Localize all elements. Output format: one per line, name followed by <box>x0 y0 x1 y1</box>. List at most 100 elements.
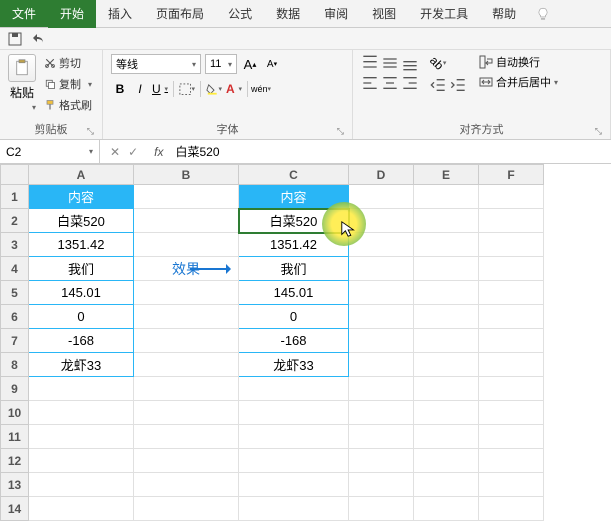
cell-F10[interactable] <box>479 401 544 425</box>
cell-C4[interactable]: 我们 <box>239 257 349 281</box>
cell-F6[interactable] <box>479 305 544 329</box>
format-painter-button[interactable]: 格式刷 <box>42 96 94 114</box>
cell-B13[interactable] <box>134 473 239 497</box>
cell-D14[interactable] <box>349 497 414 521</box>
merge-center-button[interactable]: 合并后居中▾ <box>479 74 558 90</box>
cell-C3[interactable]: 1351.42 <box>239 233 349 257</box>
tab-review[interactable]: 审阅 <box>312 0 360 27</box>
cut-button[interactable]: 剪切 <box>42 54 94 72</box>
row-header-5[interactable]: 5 <box>1 281 29 305</box>
align-bottom-button[interactable] <box>401 54 419 72</box>
formula-input[interactable]: 白菜520 <box>169 143 611 160</box>
cell-C5[interactable]: 145.01 <box>239 281 349 305</box>
align-right-button[interactable] <box>401 74 419 92</box>
cell-A10[interactable] <box>29 401 134 425</box>
cell-F5[interactable] <box>479 281 544 305</box>
cell-F13[interactable] <box>479 473 544 497</box>
cell-A8[interactable]: 龙虾33 <box>29 353 134 377</box>
align-center-button[interactable] <box>381 74 399 92</box>
cell-E6[interactable] <box>414 305 479 329</box>
cell-C11[interactable] <box>239 425 349 449</box>
italic-button[interactable]: I <box>131 80 149 98</box>
phonetic-button[interactable]: wén▾ <box>252 80 270 98</box>
paste-button[interactable]: 粘贴 <box>10 84 34 101</box>
cell-C10[interactable] <box>239 401 349 425</box>
cell-C12[interactable] <box>239 449 349 473</box>
cell-D2[interactable] <box>349 209 414 233</box>
row-header-9[interactable]: 9 <box>1 377 29 401</box>
cell-D3[interactable] <box>349 233 414 257</box>
cell-F8[interactable] <box>479 353 544 377</box>
copy-button[interactable]: 复制▾ <box>42 75 94 93</box>
col-header-D[interactable]: D <box>349 165 414 185</box>
cell-B8[interactable] <box>134 353 239 377</box>
qat-save-icon[interactable] <box>6 30 24 48</box>
cell-C8[interactable]: 龙虾33 <box>239 353 349 377</box>
cell-A3[interactable]: 1351.42 <box>29 233 134 257</box>
cell-C6[interactable]: 0 <box>239 305 349 329</box>
cell-A4[interactable]: 我们 <box>29 257 134 281</box>
cell-A5[interactable]: 145.01 <box>29 281 134 305</box>
border-button[interactable]: ▾ <box>178 80 196 98</box>
cell-D13[interactable] <box>349 473 414 497</box>
cell-E2[interactable] <box>414 209 479 233</box>
cell-E4[interactable] <box>414 257 479 281</box>
row-header-8[interactable]: 8 <box>1 353 29 377</box>
cell-F11[interactable] <box>479 425 544 449</box>
row-header-10[interactable]: 10 <box>1 401 29 425</box>
cell-B2[interactable] <box>134 209 239 233</box>
cell-F2[interactable] <box>479 209 544 233</box>
cell-E13[interactable] <box>414 473 479 497</box>
font-name-combo[interactable]: 等线▾ <box>111 54 201 74</box>
cell-A13[interactable] <box>29 473 134 497</box>
orientation-button[interactable]: ab▾ <box>429 54 447 72</box>
row-header-3[interactable]: 3 <box>1 233 29 257</box>
cell-B3[interactable] <box>134 233 239 257</box>
cell-D10[interactable] <box>349 401 414 425</box>
cell-B10[interactable] <box>134 401 239 425</box>
cell-F4[interactable] <box>479 257 544 281</box>
cell-C7[interactable]: -168 <box>239 329 349 353</box>
tab-data[interactable]: 数据 <box>264 0 312 27</box>
row-header-13[interactable]: 13 <box>1 473 29 497</box>
cell-A12[interactable] <box>29 449 134 473</box>
cell-D6[interactable] <box>349 305 414 329</box>
qat-undo-icon[interactable] <box>30 30 48 48</box>
cell-C9[interactable] <box>239 377 349 401</box>
cell-D1[interactable] <box>349 185 414 209</box>
align-left-button[interactable] <box>361 74 379 92</box>
wrap-text-button[interactable]: 自动换行 <box>479 54 558 70</box>
fill-color-button[interactable]: ▾ <box>205 80 223 98</box>
cell-E8[interactable] <box>414 353 479 377</box>
cell-F3[interactable] <box>479 233 544 257</box>
cell-E14[interactable] <box>414 497 479 521</box>
cell-B9[interactable] <box>134 377 239 401</box>
cell-A14[interactable] <box>29 497 134 521</box>
row-header-14[interactable]: 14 <box>1 497 29 521</box>
font-color-button[interactable]: A▾ <box>225 80 243 98</box>
tell-me-icon[interactable] <box>528 0 558 27</box>
worksheet[interactable]: A B C D E F 1 内容 内容 2 白菜520 白菜520 3 1351… <box>0 164 611 527</box>
cell-B1[interactable] <box>134 185 239 209</box>
row-header-1[interactable]: 1 <box>1 185 29 209</box>
cell-E11[interactable] <box>414 425 479 449</box>
cell-C2[interactable]: 白菜520 <box>239 209 349 233</box>
shrink-font-button[interactable]: A▾ <box>263 55 281 73</box>
cell-E10[interactable] <box>414 401 479 425</box>
tab-home[interactable]: 开始 <box>48 0 96 27</box>
col-header-F[interactable]: F <box>479 165 544 185</box>
cell-D12[interactable] <box>349 449 414 473</box>
underline-button[interactable]: U▾ <box>151 80 169 98</box>
cell-E5[interactable] <box>414 281 479 305</box>
cell-B5[interactable] <box>134 281 239 305</box>
cell-D8[interactable] <box>349 353 414 377</box>
row-header-7[interactable]: 7 <box>1 329 29 353</box>
row-header-6[interactable]: 6 <box>1 305 29 329</box>
tab-view[interactable]: 视图 <box>360 0 408 27</box>
cell-F1[interactable] <box>479 185 544 209</box>
cell-A11[interactable] <box>29 425 134 449</box>
decrease-indent-button[interactable] <box>429 76 447 94</box>
cell-E3[interactable] <box>414 233 479 257</box>
cell-E9[interactable] <box>414 377 479 401</box>
fx-icon[interactable]: fx <box>148 145 169 159</box>
